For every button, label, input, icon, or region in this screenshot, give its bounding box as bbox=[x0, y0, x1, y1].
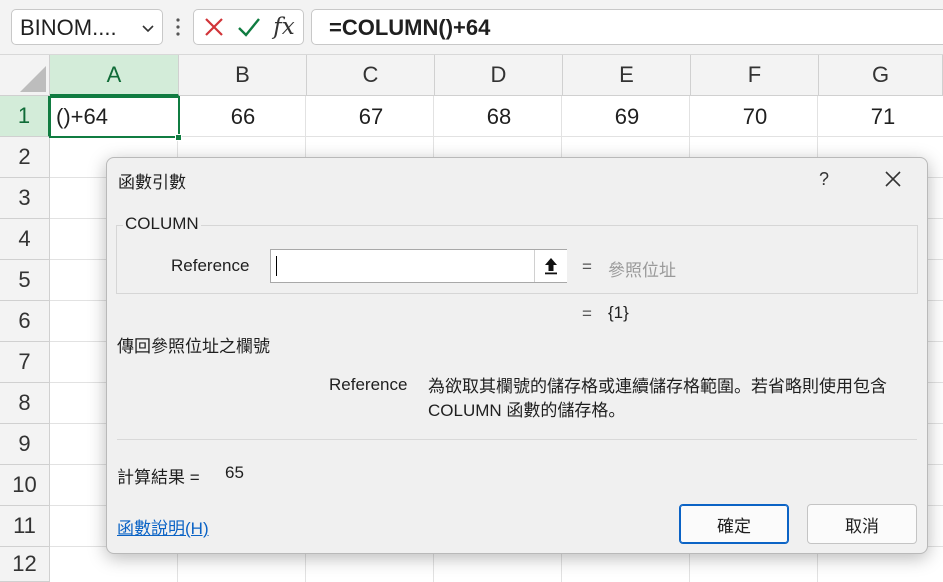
divider bbox=[117, 439, 917, 440]
column-header-a[interactable]: A bbox=[50, 55, 179, 96]
cell-f1[interactable]: 70 bbox=[691, 96, 819, 137]
row-header-10[interactable]: 10 bbox=[0, 465, 50, 506]
row-header-11[interactable]: 11 bbox=[0, 506, 50, 547]
reference-label: Reference bbox=[171, 256, 250, 275]
check-icon bbox=[238, 18, 260, 37]
cell-d1[interactable]: 68 bbox=[435, 96, 563, 137]
formula-input[interactable]: =COLUMN()+64 bbox=[311, 9, 943, 45]
reference-input[interactable] bbox=[270, 249, 567, 283]
chevron-down-icon[interactable] bbox=[140, 20, 156, 36]
function-name: COLUMN bbox=[123, 214, 201, 234]
result-preview: {1} bbox=[608, 303, 629, 322]
cancel-entry-button[interactable] bbox=[196, 10, 232, 44]
row-header-9[interactable]: 9 bbox=[0, 424, 50, 465]
name-box[interactable]: BINOM.... bbox=[11, 9, 163, 45]
formula-bar: BINOM.... fx =COLUMN()+64 bbox=[0, 0, 943, 55]
result-equals: = bbox=[582, 304, 592, 323]
insert-function-button[interactable]: fx bbox=[266, 10, 302, 44]
row-header-5[interactable]: 5 bbox=[0, 260, 50, 301]
formula-text: =COLUMN()+64 bbox=[329, 15, 491, 40]
column-header-c[interactable]: C bbox=[307, 55, 435, 96]
ok-button[interactable]: 確定 bbox=[679, 504, 789, 544]
column-header-d[interactable]: D bbox=[435, 55, 563, 96]
argument-help-name: Reference bbox=[329, 375, 408, 394]
calc-result-value: 65 bbox=[225, 463, 244, 482]
row-header-7[interactable]: 7 bbox=[0, 342, 50, 383]
text-caret bbox=[276, 256, 277, 276]
cell-c1[interactable]: 67 bbox=[307, 96, 435, 137]
function-arguments-dialog: 函數引數 ? COLUMN Reference = 參照位址 = {1} 傳回參… bbox=[106, 157, 928, 554]
reference-hint: 參照位址 bbox=[608, 261, 676, 280]
argument-help-text: 為欲取其欄號的儲存格或連續儲存格範圍。若省略則使用包含 COLUMN 函數的儲存… bbox=[428, 377, 887, 420]
cancel-button[interactable]: 取消 bbox=[807, 504, 917, 544]
cell-a1[interactable]: ()+64 bbox=[49, 96, 180, 138]
column-header-b[interactable]: B bbox=[179, 55, 307, 96]
column-header-g[interactable]: G bbox=[819, 55, 943, 96]
select-all-corner[interactable] bbox=[0, 55, 50, 96]
row-header-12[interactable]: 12 bbox=[0, 547, 50, 582]
row-header-2[interactable]: 2 bbox=[0, 137, 50, 178]
column-header-e[interactable]: E bbox=[563, 55, 691, 96]
function-help-link[interactable]: 函數說明(H) bbox=[117, 514, 209, 539]
fx-icon: fx bbox=[273, 14, 295, 40]
cell-b1[interactable]: 66 bbox=[179, 96, 307, 137]
function-description: 傳回參照位址之欄號 bbox=[117, 337, 270, 356]
row-header-4[interactable]: 4 bbox=[0, 219, 50, 260]
formula-buttons: fx bbox=[193, 9, 304, 45]
row-header-3[interactable]: 3 bbox=[0, 178, 50, 219]
collapse-dialog-button[interactable] bbox=[534, 250, 567, 282]
row-header-6[interactable]: 6 bbox=[0, 301, 50, 342]
more-options-icon[interactable] bbox=[174, 15, 182, 39]
enter-button[interactable] bbox=[231, 10, 267, 44]
cell-e1[interactable]: 69 bbox=[563, 96, 691, 137]
dialog-title: 函數引數 bbox=[118, 173, 186, 192]
name-box-text: BINOM.... bbox=[20, 15, 117, 40]
cell-g1[interactable]: 71 bbox=[819, 96, 943, 137]
close-button[interactable] bbox=[876, 162, 910, 196]
arrow-up-icon bbox=[545, 258, 557, 275]
calc-result-label: 計算結果 = bbox=[117, 468, 200, 487]
column-header-f[interactable]: F bbox=[691, 55, 819, 96]
x-icon bbox=[205, 18, 223, 36]
help-button[interactable]: ? bbox=[807, 162, 841, 196]
reference-equals: = bbox=[582, 257, 592, 276]
close-icon bbox=[885, 171, 901, 187]
row-header-1[interactable]: 1 bbox=[0, 96, 50, 137]
row-header-8[interactable]: 8 bbox=[0, 383, 50, 424]
